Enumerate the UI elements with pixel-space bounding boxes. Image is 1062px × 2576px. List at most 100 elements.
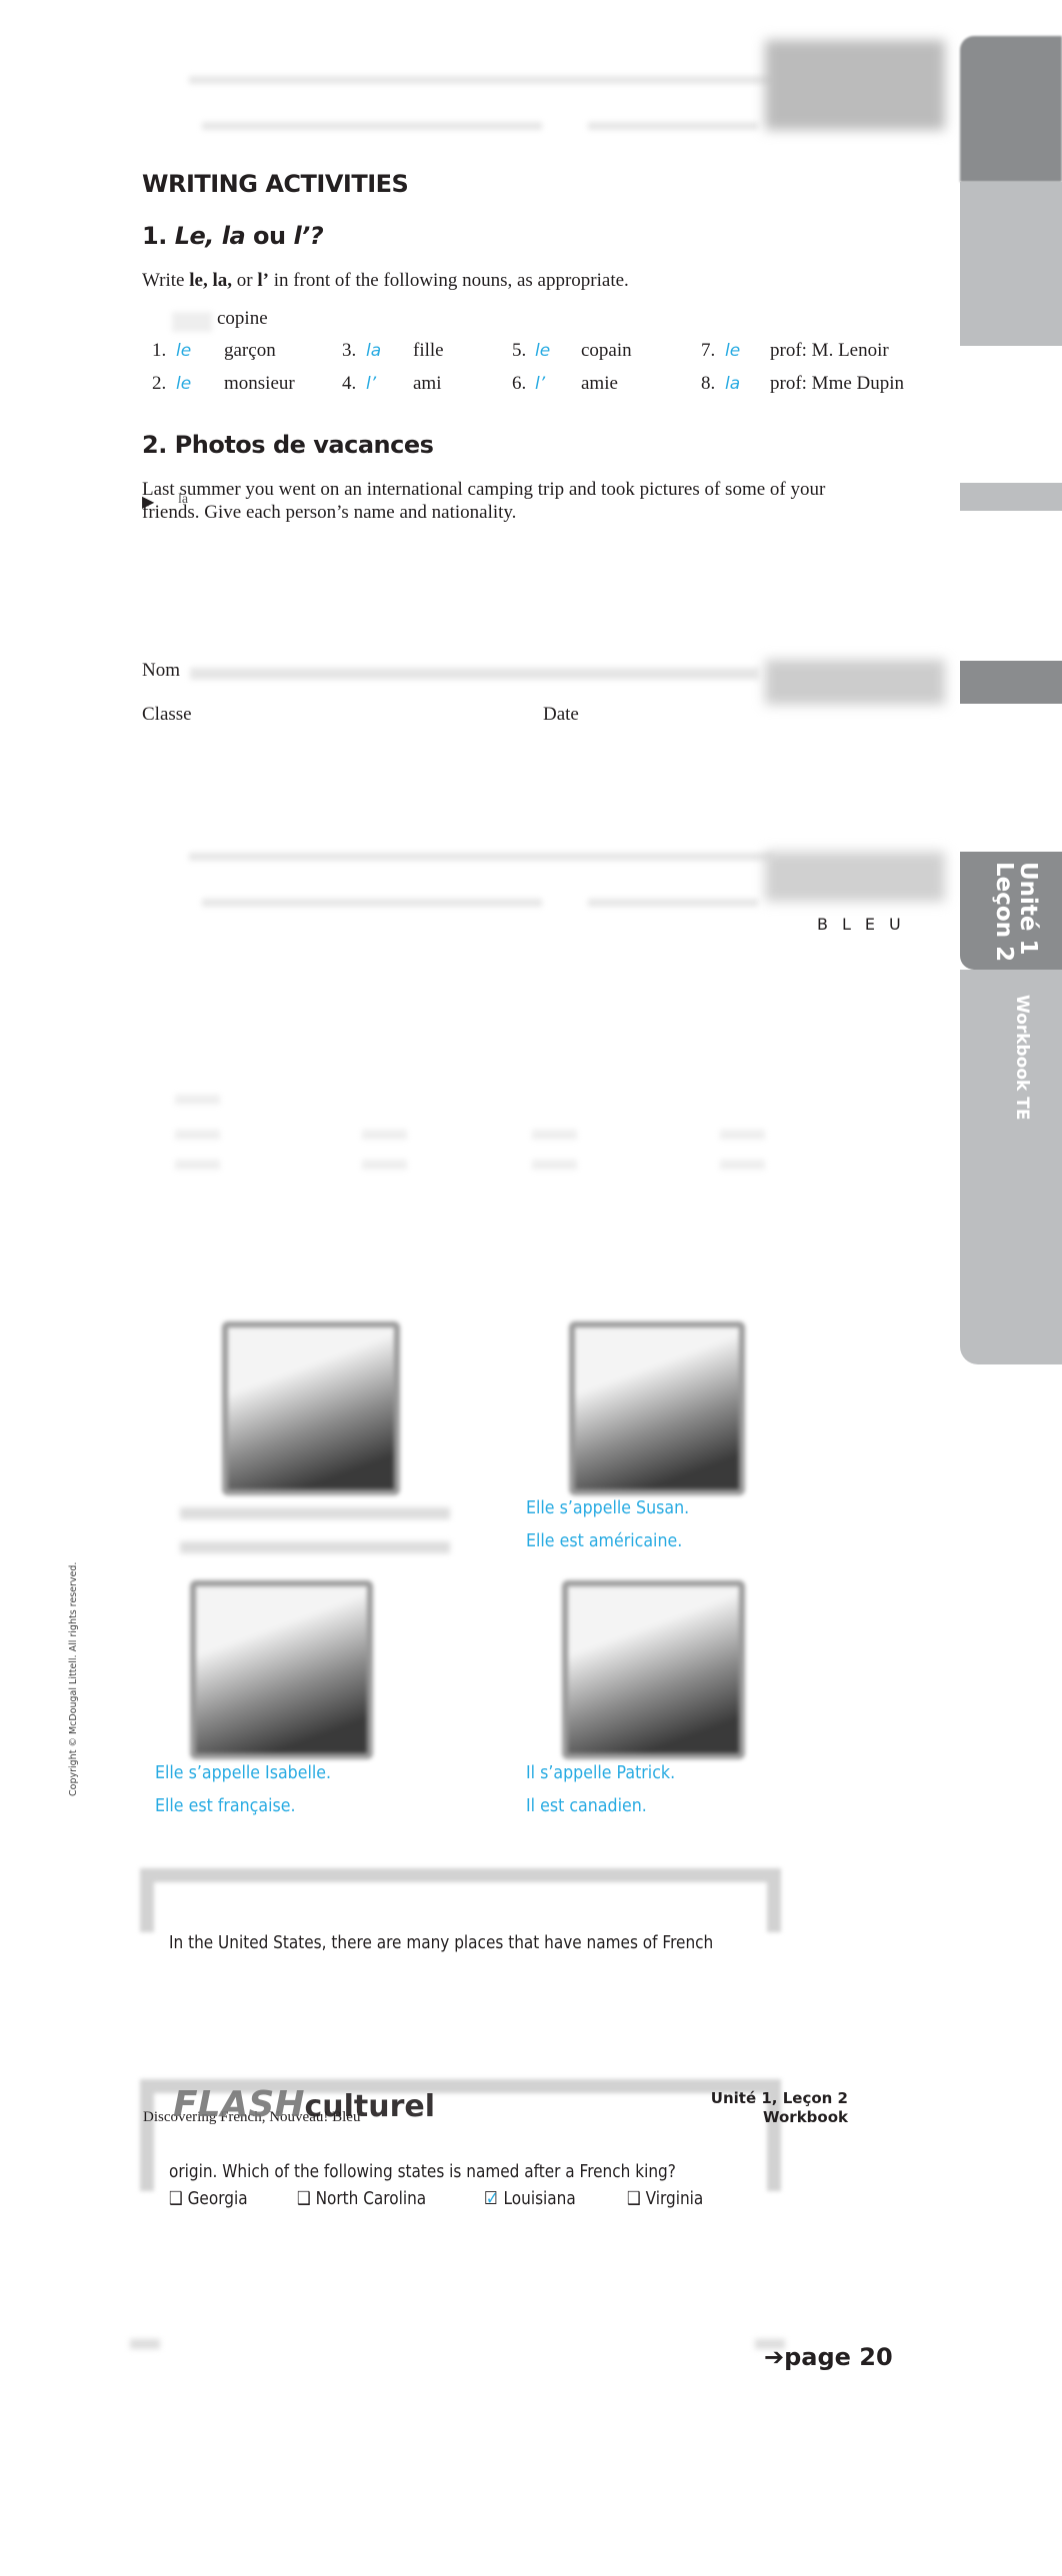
- t: le, la,: [189, 270, 232, 291]
- item-noun: garçon: [224, 340, 276, 361]
- answer-isabelle-name: Elle s’appelle Isabelle.: [155, 1762, 332, 1783]
- item-noun: copain: [581, 340, 632, 361]
- footer-workbook: Workbook: [762, 2108, 848, 2126]
- activity1-instruction: Write le, la, or l’ in front of the foll…: [142, 270, 629, 292]
- answer-patrick-name: Il s’appelle Patrick.: [526, 1762, 676, 1783]
- ghost-logo: [765, 660, 945, 705]
- ghost-line: [202, 899, 542, 907]
- logo-culturel: culturel: [304, 2089, 435, 2124]
- date-label: Date: [543, 704, 579, 725]
- page-title: WRITING ACTIVITIES: [142, 170, 409, 198]
- copyright: Copyright © McDougal Littell. All rights…: [68, 1561, 79, 1796]
- flash-logo: FLASHculturel: [173, 2084, 435, 2125]
- logo-flash: FLASH: [173, 2084, 305, 2125]
- example-noun: copine: [217, 308, 268, 329]
- sidebar-unit-lesson: Unité 1 Leçon 2: [991, 862, 1041, 963]
- ghost-mark: [130, 2339, 160, 2349]
- answer-isabelle-nationality: Elle est française.: [155, 1795, 296, 1816]
- t: in front of the following nouns, as appr…: [268, 270, 629, 291]
- activity2-title: 2. Photos de vacances: [142, 431, 434, 459]
- sidebar-unit: Unité 1: [1015, 862, 1041, 956]
- option-georgia[interactable]: ❑ Georgia: [169, 2188, 248, 2209]
- ghost-logo: [765, 852, 945, 902]
- photo-patrick: [562, 1580, 745, 1759]
- item-answer[interactable]: l’: [535, 374, 545, 394]
- item-noun: prof: Mme Dupin: [770, 373, 905, 394]
- item-answer[interactable]: le: [725, 341, 740, 361]
- sidebar-book: Workbook TE: [1012, 995, 1032, 1121]
- option-north-carolina[interactable]: ❑ North Carolina: [297, 2188, 426, 2209]
- answer-patrick-nationality: Il est canadien.: [526, 1795, 647, 1816]
- sidebar-tab-book: [960, 970, 1062, 1364]
- flash-line2: origin. Which of the following states is…: [169, 2161, 676, 2182]
- ghost-text: [532, 1130, 577, 1140]
- ghost-line: [588, 122, 758, 130]
- sidebar-tab-light: [960, 182, 1062, 346]
- activity2-line2: friends. Give each person’s name and nat…: [142, 502, 517, 523]
- option-label: Louisiana: [503, 2188, 576, 2209]
- activity1-title: 1. Le, la ou l’?: [142, 222, 324, 250]
- item-noun: prof: M. Lenoir: [770, 340, 889, 361]
- t: Write: [142, 270, 190, 291]
- ghost-line: [588, 899, 758, 907]
- item-answer[interactable]: le: [535, 341, 550, 361]
- ghost-text: [175, 1160, 220, 1170]
- ghost-logo: [765, 40, 945, 130]
- ghost-line: [189, 76, 773, 84]
- sidebar-strip: [960, 483, 1062, 511]
- option-label: North Carolina: [315, 2188, 427, 2209]
- item-number: 3.: [342, 340, 357, 361]
- item-answer[interactable]: l’: [366, 374, 376, 394]
- title-l: l’?: [293, 222, 324, 250]
- ghost-text: [720, 1130, 765, 1140]
- title-la: la: [221, 222, 246, 250]
- ghost-text: [362, 1130, 407, 1140]
- option-virginia[interactable]: ❑ Virginia: [627, 2188, 703, 2209]
- title-ou: ou: [253, 222, 286, 250]
- flash-box-top: [140, 1868, 781, 1932]
- option-louisiana[interactable]: ☐✓ Louisiana: [484, 2188, 576, 2209]
- item-number: 2.: [152, 373, 167, 394]
- footer-unit: Unité 1, Leçon 2 Workbook: [711, 2089, 848, 2127]
- checkbox-icon[interactable]: ❑: [169, 2188, 188, 2209]
- photo-susan: [569, 1321, 745, 1495]
- sidebar-strip: [960, 661, 1062, 704]
- checkbox-checked-icon[interactable]: ☐✓: [484, 2188, 504, 2209]
- nom-line[interactable]: [190, 668, 760, 680]
- t: or: [232, 270, 258, 291]
- answer-susan-name: Elle s’appelle Susan.: [526, 1497, 690, 1518]
- item-answer[interactable]: la: [725, 374, 740, 394]
- item-number: 5.: [512, 340, 527, 361]
- sidebar-tab-dark: [960, 36, 1062, 182]
- marker-text: la: [178, 492, 189, 507]
- arrow-right-icon: ➔: [764, 2343, 785, 2371]
- answer-line-blurred: [180, 1507, 450, 1519]
- item-answer[interactable]: le: [176, 374, 191, 394]
- classe-label: Classe: [142, 704, 192, 725]
- activity2-line1: Last summer you went on an international…: [142, 479, 826, 500]
- item-noun: fille: [413, 340, 444, 361]
- item-noun: amie: [581, 373, 618, 394]
- item-number: 1.: [152, 340, 167, 361]
- item-answer[interactable]: la: [366, 341, 381, 361]
- answer-susan-nationality: Elle est américaine.: [526, 1530, 683, 1551]
- ghost-text: [720, 1160, 765, 1170]
- item-number: 7.: [701, 340, 716, 361]
- sidebar-lesson: Leçon 2: [991, 862, 1017, 963]
- item-answer[interactable]: le: [176, 341, 191, 361]
- ghost-line: [189, 853, 773, 861]
- answer-line-blurred: [180, 1541, 450, 1553]
- item-number: 8.: [701, 373, 716, 394]
- checkbox-icon[interactable]: ❑: [297, 2188, 316, 2209]
- flash-line1: In the United States, there are many pla…: [169, 1932, 714, 1953]
- title-number: 1.: [142, 222, 167, 250]
- footer-unit-lesson: Unité 1, Leçon 2: [710, 2089, 848, 2107]
- item-noun: ami: [413, 373, 442, 394]
- nom-label: Nom: [142, 660, 180, 681]
- ghost-line: [202, 122, 542, 130]
- edition-label: BLEU: [817, 915, 915, 934]
- checkbox-icon[interactable]: ❑: [627, 2188, 646, 2209]
- t: l’: [257, 270, 269, 291]
- ghost-text: [362, 1160, 407, 1170]
- title-le: Le,: [174, 222, 215, 250]
